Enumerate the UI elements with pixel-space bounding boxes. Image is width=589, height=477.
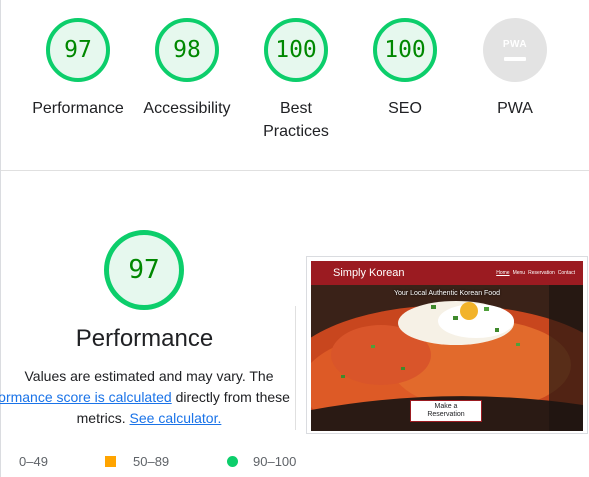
gauge-performance[interactable]: 97 Performance [23, 18, 133, 120]
legend-fail: 0–49 [19, 454, 48, 469]
pwa-dash-icon [504, 57, 526, 61]
vertical-separator [295, 306, 296, 430]
site-brand: Simply Korean [333, 267, 405, 279]
pass-circle-icon [227, 456, 238, 467]
desc-line-3: metrics. See calculator. [0, 408, 298, 429]
gauge-best-practices[interactable]: 100 Best Practices [241, 18, 351, 143]
nav-reservation: Reservation [528, 270, 555, 276]
legend-fail-label: 0–49 [19, 454, 48, 469]
nav-home: Home [496, 270, 510, 276]
gauge-accessibility[interactable]: 98 Accessibility [132, 18, 242, 120]
gauge-pwa[interactable]: PWA PWA [460, 18, 570, 120]
performance-description: Values are estimated and may vary. The p… [0, 366, 298, 429]
legend-pass-label: 90–100 [253, 454, 297, 469]
cta-line-1: Make a [434, 403, 458, 410]
desc-line-1: Values are estimated and may vary. The [24, 368, 274, 384]
cta-line-2: Reservation [427, 411, 465, 418]
nav-contact: Contact [557, 270, 575, 276]
label-pwa: PWA [497, 100, 533, 117]
make-reservation-button: Make a Reservation [410, 400, 482, 422]
desc-line-3-pre: metrics. [76, 410, 130, 426]
desc-line-2-rest: directly from these [171, 389, 290, 405]
average-square-icon [105, 456, 116, 467]
legend-average-label: 50–89 [133, 454, 170, 469]
label-accessibility: Accessibility [143, 100, 231, 117]
site-nav-links: Home Menu Reservation Contact [496, 270, 575, 276]
label-best-practices: Best Practices [263, 100, 329, 140]
performance-big-gauge: 97 [104, 230, 184, 310]
performance-title: Performance [75, 325, 214, 352]
legend-average: 50–89 [105, 454, 169, 469]
final-screenshot[interactable]: Simply Korean Home Menu Reservation Cont… [306, 256, 588, 434]
site-navbar: Simply Korean Home Menu Reservation Cont… [311, 261, 583, 285]
section-divider [1, 170, 589, 171]
see-calculator-link[interactable]: See calculator. [130, 410, 222, 426]
legend-pass: 90–100 [227, 454, 296, 469]
score-performance: 97 [46, 18, 110, 82]
score-best-practices: 100 [264, 18, 328, 82]
score-accessibility: 98 [155, 18, 219, 82]
site-tagline: Your Local Authentic Korean Food [394, 290, 500, 297]
desc-line-2: performance score is calculated directly… [0, 387, 298, 408]
gauge-seo[interactable]: 100 SEO [350, 18, 460, 120]
label-performance: Performance [32, 100, 124, 117]
label-seo: SEO [388, 100, 422, 117]
pwa-badge-icon: PWA [483, 18, 547, 82]
nav-menu: Menu [512, 270, 526, 276]
pwa-badge-text: PWA [502, 39, 528, 50]
score-seo: 100 [373, 18, 437, 82]
screenshot-content: Simply Korean Home Menu Reservation Cont… [311, 261, 583, 431]
score-calculated-link[interactable]: performance score is calculated [0, 389, 172, 405]
